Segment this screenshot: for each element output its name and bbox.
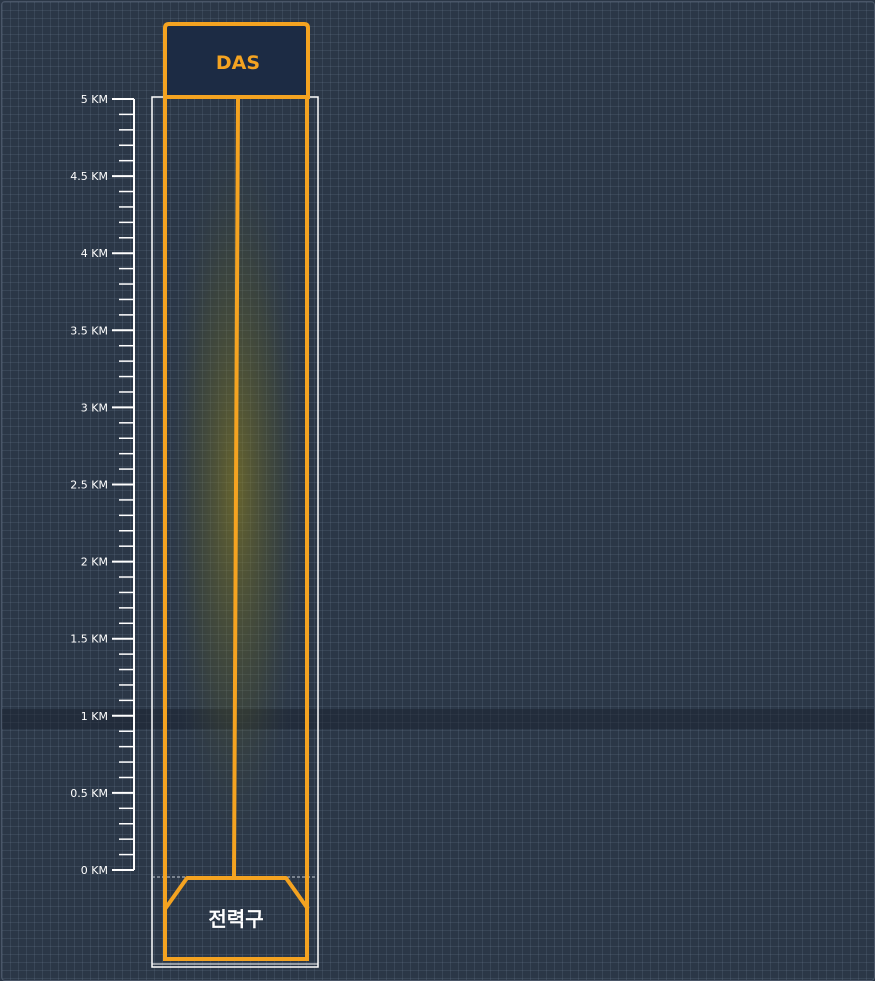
scale-label: 4 KM	[81, 247, 108, 260]
das-header: DAS	[163, 22, 310, 99]
scale-label: 1.5 KM	[70, 633, 108, 646]
diagram-panel: DAS 전력구 5 KM 4.5 KM 4 KM 3.5 KM 3 KM 2.5 KM 2 …	[1, 1, 875, 981]
scale-label: 2 KM	[81, 556, 108, 569]
scale-label: 1 KM	[81, 710, 108, 723]
scale-label: 3.5 KM	[70, 324, 108, 337]
scale-label: 2.5 KM	[70, 479, 108, 492]
scale-label: 0 KM	[81, 864, 108, 877]
distance-scale: 5 KM 4.5 KM 4 KM 3.5 KM 3 KM 2.5 KM 2 KM 1.5 KM…	[70, 93, 135, 877]
scale-label: 4.5 KM	[70, 170, 108, 183]
scale-label: 3 KM	[81, 401, 108, 414]
das-label: DAS	[216, 52, 260, 74]
scale-label: 5 KM	[81, 93, 108, 106]
power-tunnel-box: 전력구	[163, 876, 310, 931]
power-tunnel-label: 전력구	[208, 907, 263, 931]
cable-diagram: DAS 전력구 5 KM 4.5 KM 4 KM 3.5 KM 3 KM 2.5 KM 2 …	[70, 22, 319, 968]
scale-label: 0.5 KM	[70, 787, 108, 800]
